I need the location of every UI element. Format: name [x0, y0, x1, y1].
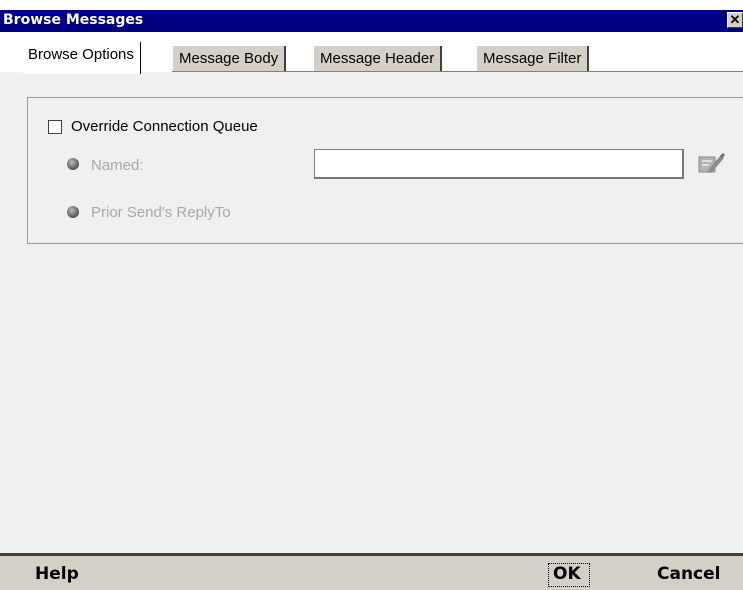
tab-label: Message Filter	[483, 50, 582, 67]
tab-label: Browse Options	[28, 46, 134, 63]
prior-send-replyto-label: Prior Send's ReplyTo	[91, 204, 231, 221]
named-radio[interactable]	[67, 158, 79, 170]
tab-label: Message Body	[179, 50, 279, 67]
tab-message-header[interactable]: Message Header	[313, 46, 443, 72]
button-bar: Help OK Cancel	[0, 556, 743, 590]
prior-send-replyto-radio[interactable]	[67, 206, 79, 218]
close-button[interactable]: ✕	[727, 12, 743, 28]
cancel-button[interactable]: Cancel	[657, 564, 720, 584]
tab-message-filter[interactable]: Message Filter	[476, 46, 590, 72]
help-button[interactable]: Help	[35, 564, 79, 584]
close-icon: ✕	[729, 12, 741, 27]
tab-bar: Browse Options Message Body Message Head…	[0, 32, 743, 74]
named-queue-input[interactable]	[314, 149, 684, 179]
edit-icon[interactable]	[697, 150, 725, 178]
override-connection-queue-checkbox[interactable]	[48, 120, 62, 134]
browse-messages-dialog: Browse Messages ✕ Browse Options Message…	[0, 0, 743, 590]
window-title: Browse Messages	[3, 12, 144, 28]
tab-message-body[interactable]: Message Body	[172, 46, 287, 72]
tab-browse-options[interactable]: Browse Options	[22, 42, 141, 74]
tab-divider	[172, 71, 743, 72]
title-bar: Browse Messages ✕	[0, 10, 743, 32]
ok-focus-ring	[548, 563, 590, 587]
tab-label: Message Header	[320, 50, 435, 67]
override-connection-queue-label[interactable]: Override Connection Queue	[71, 118, 258, 135]
named-label: Named:	[91, 157, 144, 174]
title-bar-area: Browse Messages ✕	[0, 0, 743, 32]
